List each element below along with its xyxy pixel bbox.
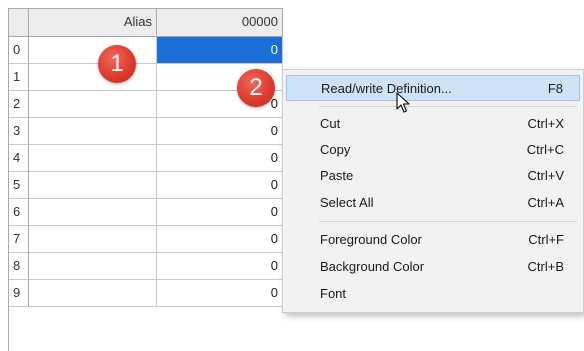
value-cell-selected[interactable]: 0 [157, 37, 283, 64]
row-header[interactable]: 6 [9, 199, 29, 226]
menu-item-shortcut: F8 [547, 81, 563, 96]
alias-cell[interactable] [29, 37, 157, 64]
menu-item-label: Font [320, 286, 347, 301]
row-header[interactable]: 4 [9, 145, 29, 172]
context-menu: Read/write Definition... F8 Cut Ctrl+X C… [282, 69, 584, 313]
mouse-pointer-icon [396, 92, 410, 113]
alias-cell[interactable] [29, 172, 157, 199]
alias-cell[interactable] [29, 253, 157, 280]
row-header[interactable]: 3 [9, 118, 29, 145]
menu-item-cut[interactable]: Cut Ctrl+X [286, 111, 580, 137]
row-header[interactable]: 1 [9, 64, 29, 91]
menu-item-shortcut: Ctrl+B [527, 259, 564, 274]
menu-item-paste[interactable]: Paste Ctrl+V [286, 163, 580, 189]
row-header[interactable]: 2 [9, 91, 29, 118]
alias-cell[interactable] [29, 145, 157, 172]
column-header-alias[interactable]: Alias [29, 9, 157, 37]
row-header[interactable]: 9 [9, 280, 29, 307]
menu-item-label: Background Color [320, 259, 425, 274]
step-badge-2: 2 [237, 69, 275, 107]
alias-cell[interactable] [29, 280, 157, 307]
row-header[interactable]: 8 [9, 253, 29, 280]
menu-separator [319, 106, 577, 107]
value-cell[interactable]: 0 [157, 199, 283, 226]
menu-item-label: Foreground Color [320, 232, 422, 247]
alias-cell[interactable] [29, 226, 157, 253]
value-cell[interactable]: 0 [157, 118, 283, 145]
alias-cell[interactable] [29, 64, 157, 91]
row-header[interactable]: 7 [9, 226, 29, 253]
value-cell[interactable]: 0 [157, 280, 283, 307]
menu-item-copy[interactable]: Copy Ctrl+C [286, 137, 580, 163]
row-header[interactable]: 0 [9, 37, 29, 64]
value-cell[interactable]: 0 [157, 145, 283, 172]
value-cell[interactable]: 0 [157, 226, 283, 253]
menu-item-label: Cut [320, 116, 341, 131]
column-header-00000[interactable]: 00000 [157, 9, 283, 37]
menu-item-shortcut: Ctrl+F [528, 232, 564, 247]
menu-item-label: Copy [320, 142, 351, 157]
menu-item-read-write-definition[interactable]: Read/write Definition... F8 [286, 75, 580, 101]
menu-item-shortcut: Ctrl+A [527, 195, 564, 210]
menu-item-shortcut: Ctrl+V [527, 168, 564, 183]
menu-item-background-color[interactable]: Background Color Ctrl+B [286, 254, 580, 280]
menu-item-label: Paste [320, 168, 354, 183]
menu-item-font[interactable]: Font [286, 281, 580, 307]
data-grid: Alias 00000 0 0 1 2 0 3 0 4 0 5 0 6 0 7 … [8, 8, 283, 351]
menu-separator [319, 221, 577, 222]
menu-item-label: Select All [320, 195, 374, 210]
alias-cell[interactable] [29, 91, 157, 118]
menu-item-label: Read/write Definition... [321, 81, 452, 96]
value-cell[interactable]: 0 [157, 172, 283, 199]
value-cell[interactable]: 0 [157, 253, 283, 280]
alias-cell[interactable] [29, 118, 157, 145]
row-header[interactable]: 5 [9, 172, 29, 199]
step-badge-1: 1 [98, 45, 136, 83]
menu-item-shortcut: Ctrl+X [527, 116, 564, 131]
menu-item-select-all[interactable]: Select All Ctrl+A [286, 190, 580, 216]
menu-item-foreground-color[interactable]: Foreground Color Ctrl+F [286, 227, 580, 253]
grid-corner[interactable] [9, 9, 29, 37]
menu-item-shortcut: Ctrl+C [526, 142, 564, 157]
alias-cell[interactable] [29, 199, 157, 226]
